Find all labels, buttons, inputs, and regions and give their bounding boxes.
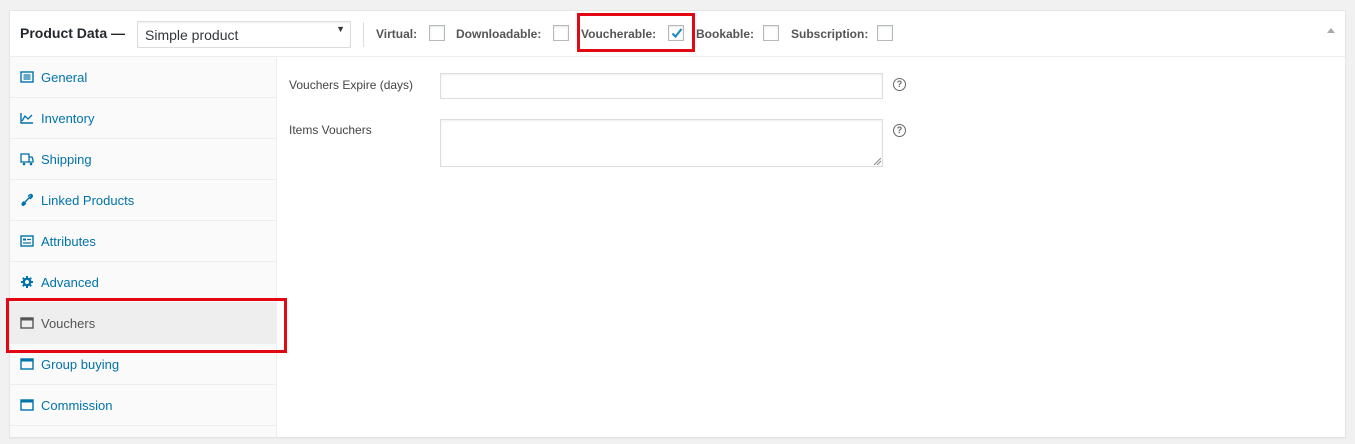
tab-linked-products-label: Linked Products xyxy=(41,193,135,208)
tab-vouchers[interactable]: Vouchers xyxy=(10,303,276,344)
window-icon xyxy=(20,358,34,370)
tab-inventory[interactable]: Inventory xyxy=(10,98,276,139)
downloadable-label: Downloadable: xyxy=(456,27,542,41)
tab-advanced-label: Advanced xyxy=(41,275,99,290)
panel-title: Product Data — xyxy=(20,25,126,41)
tab-group-buying[interactable]: Group buying xyxy=(10,344,276,385)
virtual-checkbox[interactable] xyxy=(429,25,445,41)
tab-shipping-label: Shipping xyxy=(41,152,92,167)
resize-grip-icon[interactable] xyxy=(873,157,881,165)
attributes-icon xyxy=(20,235,34,247)
tab-advanced[interactable]: Advanced xyxy=(10,262,276,303)
bookable-checkbox[interactable] xyxy=(763,25,779,41)
product-data-panel: Product Data — Simple product ▼ Virtual:… xyxy=(9,10,1346,438)
tab-inventory-label: Inventory xyxy=(41,111,95,126)
tab-attributes[interactable]: Attributes xyxy=(10,221,276,262)
product-type-select[interactable]: Simple product ▼ xyxy=(137,21,351,48)
general-icon xyxy=(20,71,34,83)
panel-header: Product Data — Simple product ▼ Virtual:… xyxy=(10,11,1345,57)
tab-group-buying-label: Group buying xyxy=(41,357,120,372)
virtual-label: Virtual: xyxy=(376,27,418,41)
truck-icon xyxy=(20,153,34,166)
items-vouchers-textarea[interactable] xyxy=(440,119,883,167)
help-icon: ? xyxy=(893,78,906,91)
gear-icon xyxy=(21,276,33,288)
tab-commission[interactable]: Commission xyxy=(10,385,276,426)
header-divider xyxy=(363,22,364,47)
vouchers-expire-input[interactable] xyxy=(440,73,883,99)
inventory-icon xyxy=(20,113,33,124)
link-icon xyxy=(21,193,34,207)
tab-vouchers-label: Vouchers xyxy=(41,316,96,331)
collapse-arrow-icon[interactable] xyxy=(1327,28,1335,33)
chevron-down-icon: ▼ xyxy=(336,24,345,34)
product-type-value: Simple product xyxy=(145,27,239,43)
items-vouchers-label: Items Vouchers xyxy=(289,123,372,137)
subscription-label: Subscription: xyxy=(791,27,869,41)
voucherable-label: Voucherable: xyxy=(581,27,657,41)
downloadable-checkbox[interactable] xyxy=(553,25,569,41)
tab-general[interactable]: General xyxy=(10,57,276,98)
bookable-label: Bookable: xyxy=(696,27,755,41)
checkmark-icon xyxy=(671,28,683,39)
subscription-checkbox[interactable] xyxy=(877,25,893,41)
voucherable-checkbox[interactable] xyxy=(668,25,684,41)
tab-attributes-label: Attributes xyxy=(41,234,96,249)
tab-shipping[interactable]: Shipping xyxy=(10,139,276,180)
product-data-tabs: General Inventory Shipping Linked Produc… xyxy=(10,57,277,437)
vouchers-expire-label: Vouchers Expire (days) xyxy=(289,78,414,92)
tab-linked-products[interactable]: Linked Products xyxy=(10,180,276,221)
window-icon xyxy=(20,317,34,329)
help-icon: ? xyxy=(893,124,906,137)
tab-general-label: General xyxy=(41,70,88,85)
tab-commission-label: Commission xyxy=(41,398,113,413)
window-icon xyxy=(20,399,34,411)
